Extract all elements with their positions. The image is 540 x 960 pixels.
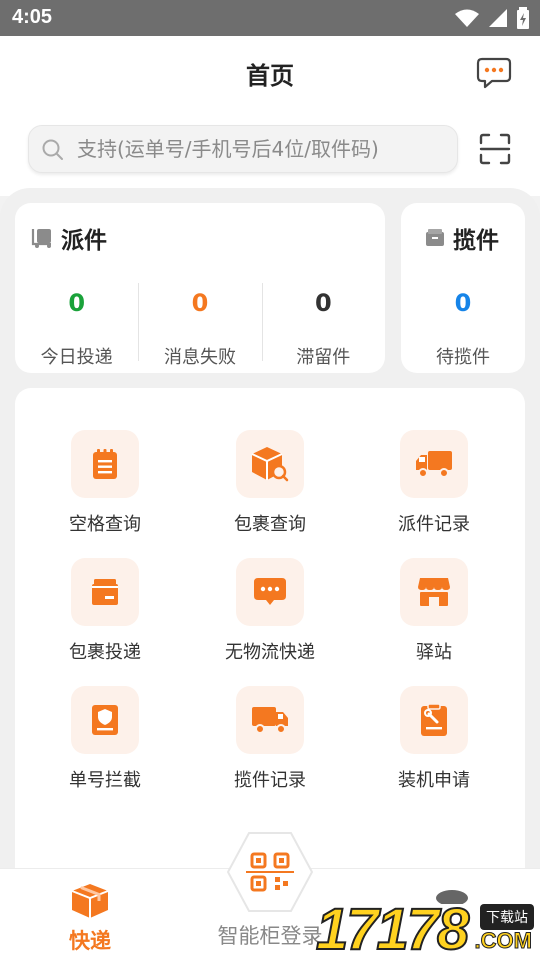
- grid-item-label: 揽件记录: [234, 770, 306, 791]
- grid-item-install-apply[interactable]: 装机申请: [364, 686, 504, 792]
- grid-item-label: 装机申请: [398, 770, 470, 791]
- grid-item-space-query[interactable]: 空格查询: [35, 430, 175, 536]
- box-icon: [426, 229, 444, 246]
- package-search-icon: [251, 447, 289, 482]
- stat-value: 0: [314, 289, 332, 317]
- search-icon: [42, 139, 63, 160]
- store-icon: [418, 578, 450, 606]
- grid-item-station[interactable]: 驿站: [364, 558, 504, 664]
- grid-item-label: 空格查询: [69, 514, 141, 535]
- stat-label: 待揽件: [436, 347, 490, 368]
- pai-card-header: 派件: [31, 221, 107, 255]
- battery-icon: [517, 7, 529, 29]
- grid-item-pickup-record[interactable]: 揽件记录: [200, 686, 340, 792]
- grid-item-label: 无物流快递: [225, 642, 315, 663]
- grid-item-icon-box: [71, 558, 139, 626]
- grid-item-label: 单号拦截: [69, 770, 141, 791]
- tab-kuaidi[interactable]: 快递: [56, 883, 124, 955]
- grid-item-icon-box: [236, 430, 304, 498]
- grid-item-delivery-record[interactable]: 派件记录: [364, 430, 504, 536]
- stat-value: 0: [191, 289, 209, 317]
- grid-item-icon-box: [236, 686, 304, 754]
- scan-icon: [479, 133, 511, 165]
- stat-label: 今日投递: [40, 347, 113, 368]
- lan-card-title: 揽件: [453, 228, 499, 254]
- grid-item-icon-box: [236, 558, 304, 626]
- chat-bubble-icon: [254, 578, 286, 605]
- grid-item-label: 驿站: [416, 642, 452, 663]
- grid-item-label: 包裹投递: [69, 642, 141, 663]
- message-button[interactable]: [476, 56, 512, 90]
- site-watermark: 17178 下载站 .COM: [312, 884, 540, 960]
- smart-cabinet-button[interactable]: [226, 830, 314, 914]
- stat-label: 滞留件: [296, 347, 351, 368]
- stat-value: 0: [68, 289, 86, 317]
- grid-item-icon-box: [400, 686, 468, 754]
- pai-stats: 0 今日投递 0 消息失败 0 滞留件: [15, 283, 385, 369]
- grid-item-package-delivery[interactable]: 包裹投递: [35, 558, 175, 664]
- wrench-doc-icon: [421, 703, 447, 736]
- tab-kuaidi-label: 快递: [69, 929, 111, 953]
- watermark-tag: 下载站: [480, 904, 534, 930]
- notepad-icon: [93, 449, 117, 479]
- parcel-icon: [71, 884, 109, 918]
- stat-value: 0: [454, 289, 472, 317]
- search-input[interactable]: [77, 126, 447, 172]
- grid-item-no-logistics[interactable]: 无物流快递: [200, 558, 340, 664]
- stat-message-failed[interactable]: 0 消息失败: [138, 283, 261, 369]
- wifi-icon: [455, 9, 479, 27]
- cart-icon: [31, 229, 51, 248]
- lan-card-header: 揽件: [425, 221, 499, 255]
- scan-button[interactable]: [478, 132, 512, 166]
- delivery-truck-icon: [416, 451, 452, 478]
- page-title: 首页: [246, 62, 294, 90]
- stat-stranded[interactable]: 0 滞留件: [261, 283, 385, 369]
- grid-item-waybill-intercept[interactable]: 单号拦截: [35, 686, 175, 792]
- grid-item-label: 包裹查询: [234, 514, 306, 535]
- grid-item-icon-box: [71, 430, 139, 498]
- status-bar: 4:05: [0, 0, 540, 36]
- watermark-number: 17178: [315, 896, 470, 960]
- grid-item-package-query[interactable]: 包裹查询: [200, 430, 340, 536]
- shield-doc-icon: [92, 705, 118, 735]
- status-time: 4:05: [12, 6, 53, 28]
- watermark-domain: .COM: [474, 928, 532, 954]
- grid-item-icon-box: [400, 430, 468, 498]
- pai-card-title: 派件: [61, 228, 107, 254]
- stat-pending-pickup[interactable]: 0 待揽件: [401, 283, 525, 369]
- function-grid: 空格查询 包裹查询 派件记录 包裹投递 无物流快递 驿站 单号拦截 揽件记录 装…: [15, 388, 525, 888]
- box-icon: [92, 579, 118, 605]
- grid-item-label: 派件记录: [398, 514, 470, 535]
- search-bar[interactable]: [28, 125, 458, 173]
- stat-label: 消息失败: [163, 347, 236, 368]
- message-icon: [476, 57, 512, 89]
- cell-signal-icon: [489, 9, 507, 27]
- grid-item-icon-box: [71, 686, 139, 754]
- qr-code-icon: [226, 832, 314, 912]
- stat-today-delivered[interactable]: 0 今日投递: [15, 283, 138, 369]
- system-icons: [454, 6, 530, 30]
- lan-card: 揽件 0 待揽件: [401, 203, 525, 373]
- lan-stats: 0 待揽件: [401, 283, 525, 369]
- truck-icon: [252, 707, 288, 734]
- grid-item-icon-box: [400, 558, 468, 626]
- pai-card: 派件 0 今日投递 0 消息失败 0 滞留件: [15, 203, 385, 373]
